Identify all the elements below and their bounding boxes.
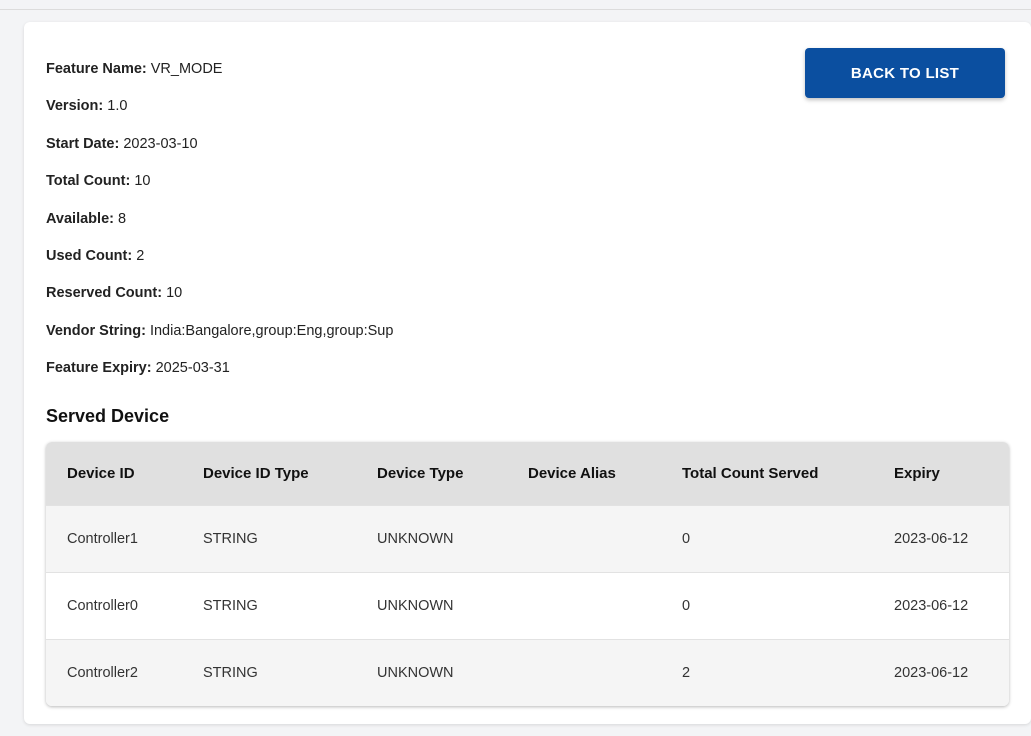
served-device-title: Served Device xyxy=(46,406,170,426)
cell-device-type: UNKNOWN xyxy=(356,639,507,706)
cell-device-id: Controller0 xyxy=(46,572,182,640)
detail-start-date: Start Date: 2023-03-10 xyxy=(46,135,393,172)
cell-device-alias xyxy=(507,639,661,706)
detail-value: 1.0 xyxy=(107,98,128,115)
cell-total-count-served: 0 xyxy=(661,505,873,573)
detail-label: Total Count: xyxy=(46,173,131,190)
detail-value: 10 xyxy=(134,173,151,190)
cell-device-type: UNKNOWN xyxy=(356,572,507,640)
detail-available: Available: 8 xyxy=(46,210,393,247)
detail-label: Version: xyxy=(46,98,104,115)
cell-device-type: UNKNOWN xyxy=(356,505,507,573)
cell-expiry: 2023-06-12 xyxy=(873,639,1009,706)
detail-used-count: Used Count: 2 xyxy=(46,247,393,284)
detail-value: 2025-03-31 xyxy=(155,360,230,377)
detail-label: Used Count: xyxy=(46,247,133,264)
cell-total-count-served: 2 xyxy=(661,639,873,706)
column-header-device-alias[interactable]: Device Alias xyxy=(507,442,661,506)
column-header-expiry[interactable]: Expiry xyxy=(873,442,1009,506)
cell-device-id-type: STRING xyxy=(182,639,356,706)
detail-value: 2 xyxy=(136,247,145,264)
cell-device-alias xyxy=(507,505,661,573)
detail-label: Vendor String: xyxy=(46,322,146,339)
detail-feature-name: Feature Name: VR_MODE xyxy=(46,60,393,97)
detail-label: Feature Name: xyxy=(46,61,147,77)
served-device-table: Device ID Device ID Type Device Type Dev… xyxy=(46,442,1009,706)
detail-vendor-string: Vendor String: India:Bangalore,group:Eng… xyxy=(46,322,393,359)
column-header-device-id[interactable]: Device ID xyxy=(46,442,182,506)
feature-detail-card: Feature Name: VR_MODE Version: 1.0 Start… xyxy=(24,22,1031,724)
table-header-row: Device ID Device ID Type Device Type Dev… xyxy=(46,442,1009,506)
detail-value: 8 xyxy=(118,210,127,227)
detail-label: Reserved Count: xyxy=(46,285,163,302)
cell-expiry: 2023-06-12 xyxy=(873,572,1009,640)
column-header-device-id-type[interactable]: Device ID Type xyxy=(182,442,356,506)
cell-device-id-type: STRING xyxy=(182,572,356,640)
feature-details: Feature Name: VR_MODE Version: 1.0 Start… xyxy=(46,60,393,397)
cell-device-alias xyxy=(507,572,661,640)
detail-value: India:Bangalore,group:Eng,group:Sup xyxy=(149,322,394,339)
detail-value: VR_MODE xyxy=(150,61,223,77)
cell-total-count-served: 0 xyxy=(661,572,873,640)
detail-value: 10 xyxy=(166,285,183,302)
detail-feature-expiry: Feature Expiry: 2025-03-31 xyxy=(46,359,393,396)
cell-device-id: Controller1 xyxy=(46,505,182,573)
detail-label: Available: xyxy=(46,210,114,227)
back-to-list-button[interactable]: BACK TO LIST xyxy=(805,48,1005,98)
column-header-device-type[interactable]: Device Type xyxy=(356,442,507,506)
detail-label: Feature Expiry: xyxy=(46,360,152,377)
detail-reserved-count: Reserved Count: 10 xyxy=(46,284,393,321)
top-divider xyxy=(0,9,1031,10)
cell-device-id: Controller2 xyxy=(46,639,182,706)
detail-value: 2023-03-10 xyxy=(123,135,198,152)
detail-total-count: Total Count: 10 xyxy=(46,172,393,209)
detail-version: Version: 1.0 xyxy=(46,97,393,134)
table-row: Controller2 STRING UNKNOWN 2 2023-06-12 xyxy=(46,639,1009,706)
column-header-total-count-served[interactable]: Total Count Served xyxy=(661,442,873,506)
detail-label: Start Date: xyxy=(46,135,120,152)
cell-expiry: 2023-06-12 xyxy=(873,505,1009,573)
cell-device-id-type: STRING xyxy=(182,505,356,573)
table-row: Controller1 STRING UNKNOWN 0 2023-06-12 xyxy=(46,505,1009,573)
table-row: Controller0 STRING UNKNOWN 0 2023-06-12 xyxy=(46,572,1009,640)
